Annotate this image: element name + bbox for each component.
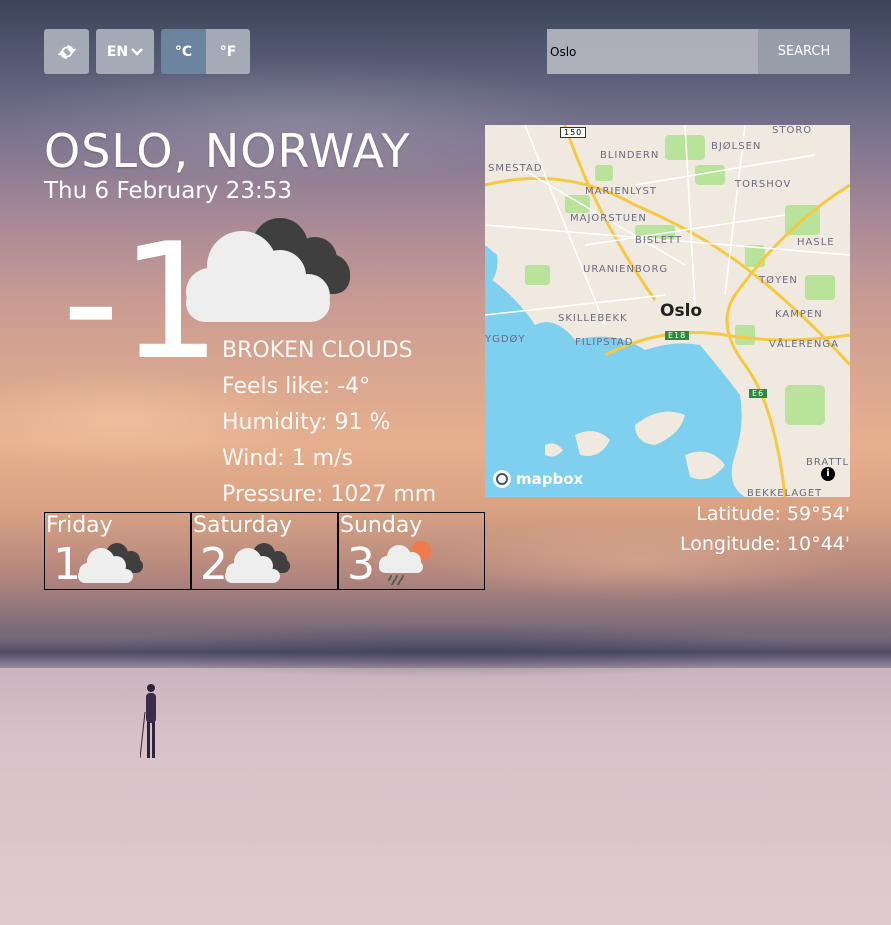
map-label: VÅLERENGA <box>769 339 839 350</box>
map-label: TORSHOV <box>735 179 792 190</box>
forecast-day-name: Sunday <box>340 513 423 538</box>
refresh-button[interactable] <box>44 29 89 74</box>
map-label: KAMPEN <box>775 309 823 320</box>
longitude-text: Longitude: 10°44' <box>679 533 850 555</box>
map-label: HASLE <box>797 237 835 248</box>
pressure-text: Pressure: 1027 mm <box>222 482 437 507</box>
forecast-list: Friday 1 Saturday 2 Sunday 3 <box>44 512 485 590</box>
map-label: URANIENBORG <box>583 264 669 275</box>
language-select[interactable]: EN <box>96 29 154 74</box>
coordinates: Latitude: 59°54' Longitude: 10°44' <box>680 500 850 560</box>
weather-details: BROKEN CLOUDS Feels like: -4° Humidity: … <box>222 334 436 514</box>
feels-like-text: Feels like: -4° <box>222 374 371 399</box>
map-label: BJØLSEN <box>711 141 762 152</box>
map-label: STORO <box>772 125 813 136</box>
background-person <box>140 684 156 759</box>
map-label: BISLETT <box>635 235 683 246</box>
latitude-text: Latitude: 59°54' <box>696 503 850 525</box>
broken-clouds-icon <box>186 218 350 322</box>
map-label: TØYEN <box>759 275 798 286</box>
map-label: SKILLEBEKK <box>558 313 628 324</box>
search-input[interactable] <box>547 29 758 74</box>
refresh-icon <box>57 44 76 59</box>
mapbox-attribution: mapbox <box>516 470 584 488</box>
condition-text: BROKEN CLOUDS <box>222 338 413 363</box>
info-icon[interactable]: i <box>821 467 835 481</box>
map-label: BLINDERN <box>600 150 660 161</box>
humidity-text: Humidity: 91 % <box>222 410 391 435</box>
location-map[interactable]: SMESTAD BLINDERN BJØLSEN STORO MARIENLYS… <box>485 125 850 497</box>
map-label: FILIPSTAD <box>575 337 634 348</box>
road-label: 150 <box>560 127 587 138</box>
map-label: SMESTAD <box>488 163 543 174</box>
chevron-down-icon <box>131 47 144 56</box>
background-skyline <box>0 628 891 668</box>
forecast-day-name: Saturday <box>193 513 293 538</box>
search-button[interactable]: SEARCH <box>758 29 850 74</box>
map-label: YGDØY <box>485 334 526 345</box>
rain-cloud-sun-icon <box>379 541 431 585</box>
forecast-day: Friday 1 <box>44 512 191 590</box>
map-label: MAJORSTUEN <box>570 213 647 224</box>
fahrenheit-button[interactable]: °F <box>206 29 250 74</box>
wind-text: Wind: 1 m/s <box>222 446 353 471</box>
map-label: BEKKELAGET <box>747 488 823 497</box>
road-label: E6 <box>749 389 768 398</box>
road-label: E18 <box>665 331 690 340</box>
forecast-day: Sunday 3 <box>338 512 485 590</box>
current-datetime: Thu 6 February 23:53 <box>44 178 292 204</box>
broken-clouds-icon <box>225 543 290 583</box>
map-city-label: Oslo <box>660 301 703 321</box>
map-label: MARIENLYST <box>585 186 657 197</box>
forecast-day-name: Friday <box>46 513 113 538</box>
language-value: EN <box>106 43 129 60</box>
celsius-button[interactable]: °C <box>161 29 206 74</box>
broken-clouds-icon <box>78 543 143 583</box>
mapbox-logo-icon <box>493 470 511 488</box>
forecast-day: Saturday 2 <box>191 512 338 590</box>
location-title: OSLO, NORWAY <box>44 124 411 178</box>
mapbox-logo[interactable]: mapbox <box>492 469 583 489</box>
